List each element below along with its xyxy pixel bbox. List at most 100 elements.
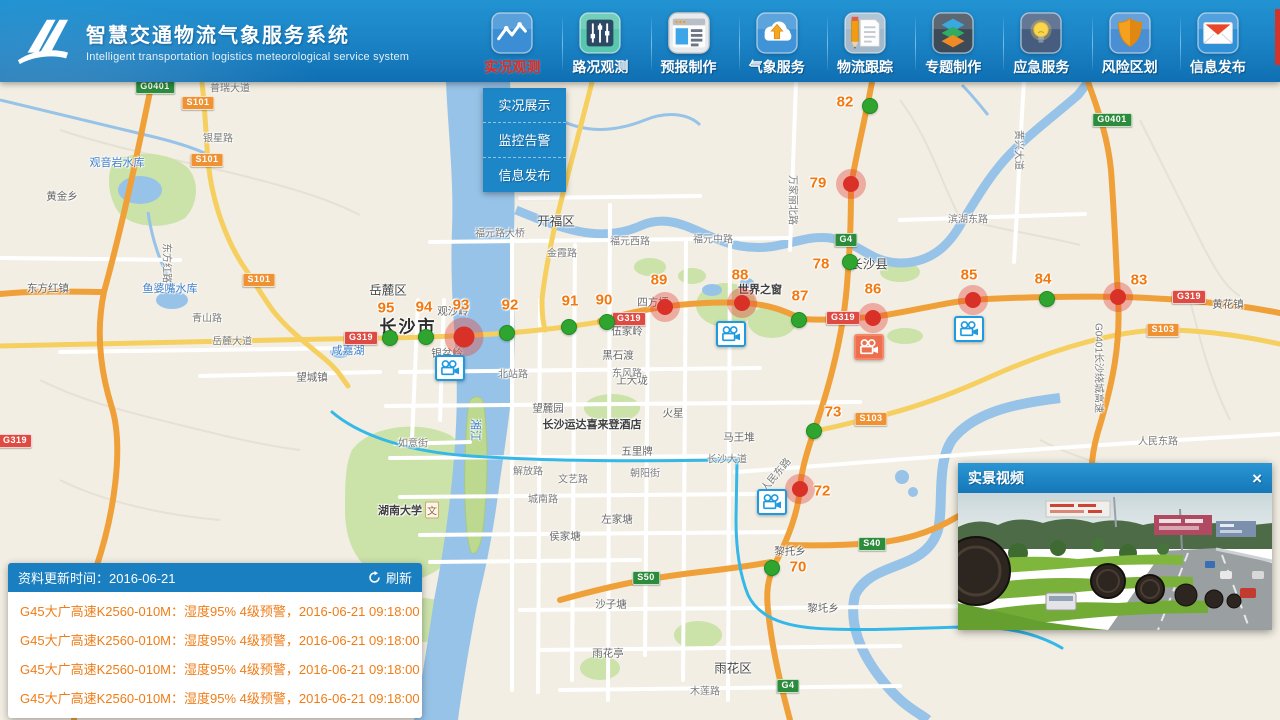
video-panel-header: 实景视频 × xyxy=(958,463,1272,493)
submenu-item-3[interactable]: 信息发布 xyxy=(483,157,566,192)
marker-number: 91 xyxy=(562,293,579,310)
map-marker-85[interactable] xyxy=(965,292,981,308)
map-label: 福元路大桥 xyxy=(475,225,525,240)
map-marker-79[interactable] xyxy=(843,176,859,192)
map-label: 黎圫乡 xyxy=(807,601,839,616)
marker-number: 92 xyxy=(502,297,519,314)
nav-item-cloud-upload[interactable]: 气象服务 xyxy=(740,12,814,77)
browser-icon xyxy=(668,12,710,54)
header-edge-decoration xyxy=(1275,9,1280,65)
nav-item-label: 实况观测 xyxy=(484,57,540,77)
nav-item-browser[interactable]: 预报制作 xyxy=(652,12,726,77)
lightbulb-icon xyxy=(1020,12,1062,54)
camera-icon[interactable] xyxy=(716,321,746,347)
map-label: G0401长沙绕城高速 xyxy=(1093,323,1108,413)
map-label: 沙子塘 xyxy=(595,597,627,612)
map-marker-70[interactable] xyxy=(764,560,780,576)
map-label: 雨花亭 xyxy=(592,646,624,661)
submenu-item-2[interactable]: 监控告警 xyxy=(483,122,566,157)
map-label: 黄金乡 xyxy=(46,189,78,204)
road-badge: G4 xyxy=(834,233,857,247)
alert-row[interactable]: G45大广高速K2560-010M：湿度95% 4级预警，2016-06-21 … xyxy=(8,683,422,712)
map-label: 木莲路 xyxy=(690,683,720,698)
map-label: 长沙运达喜来登酒店 xyxy=(543,416,642,432)
marker-number: 78 xyxy=(813,256,830,273)
map-marker-89[interactable] xyxy=(657,299,673,315)
map-label: 雨花区 xyxy=(714,658,752,677)
map-marker-84[interactable] xyxy=(1039,291,1055,307)
map-marker-91[interactable] xyxy=(561,319,577,335)
camera-icon[interactable] xyxy=(757,489,787,515)
map-label: 东方红路 xyxy=(161,243,176,283)
alert-row[interactable]: G45大广高速K2560-010M：湿度95% 4级预警，2016-06-21 … xyxy=(8,625,422,654)
map-marker-72[interactable] xyxy=(792,481,808,497)
alert-row[interactable]: G45大广高速K2560-010M：湿度95% 4级预警，2016-06-21 … xyxy=(8,596,422,625)
map-label: 望麓园 xyxy=(532,401,564,416)
video-panel-title: 实景视频 xyxy=(968,468,1024,488)
nav-item-label: 专题制作 xyxy=(925,57,981,77)
video-frame xyxy=(958,493,1272,630)
map-label: 金霞路 xyxy=(547,245,577,260)
map-label: 城南路 xyxy=(528,491,558,506)
map-label: 五里牌 xyxy=(621,444,653,459)
alert-panel-header: 资料更新时间：2016-06-21 刷新 xyxy=(8,563,422,592)
map-marker-73[interactable] xyxy=(806,423,822,439)
road-badge: S50 xyxy=(632,571,660,585)
map-marker-88[interactable] xyxy=(734,295,750,311)
camera-icon[interactable] xyxy=(854,334,884,360)
nav-item-pencil-note[interactable]: 物流跟踪 xyxy=(828,12,902,77)
camera-icon[interactable] xyxy=(954,316,984,342)
map-marker-83[interactable] xyxy=(1110,289,1126,305)
nav-item-sliders[interactable]: 路况观测 xyxy=(563,12,637,77)
map-marker-94[interactable] xyxy=(418,329,434,345)
layers-icon xyxy=(932,12,974,54)
nav-item-layers[interactable]: 专题制作 xyxy=(916,12,990,77)
nav-item-line-chart[interactable]: 实况观测 xyxy=(475,12,549,77)
map-label: 黄兴大道 xyxy=(1013,130,1028,170)
camera-icon[interactable] xyxy=(435,355,465,381)
refresh-button[interactable]: 刷新 xyxy=(368,568,412,587)
road-badge: G319 xyxy=(344,331,378,345)
marker-number: 90 xyxy=(596,292,613,309)
map-marker-92[interactable] xyxy=(499,325,515,341)
map-marker-87[interactable] xyxy=(791,312,807,328)
map-marker-86[interactable] xyxy=(865,310,881,326)
alert-list: G45大广高速K2560-010M：湿度95% 4级预警，2016-06-21 … xyxy=(8,592,422,718)
marker-number: 95 xyxy=(378,300,395,317)
close-icon[interactable]: × xyxy=(1252,470,1262,487)
marker-number: 94 xyxy=(416,299,433,316)
alert-panel-title: 资料更新时间：2016-06-21 xyxy=(18,568,176,587)
marker-number: 72 xyxy=(814,483,831,500)
road-badge: S101 xyxy=(242,273,275,287)
nav-item-envelope[interactable]: 信息发布 xyxy=(1181,12,1255,77)
marker-number: 83 xyxy=(1131,272,1148,289)
map-label: 文 xyxy=(425,502,439,519)
sliders-icon xyxy=(579,12,621,54)
map-label: 岳麓区 xyxy=(369,280,407,299)
map-label: 黄花镇 xyxy=(1212,297,1244,312)
map-label: 黎托乡 xyxy=(774,544,806,559)
marker-number: 85 xyxy=(961,267,978,284)
submenu: 实况展示监控告警信息发布 xyxy=(483,88,566,192)
map-marker-82[interactable] xyxy=(862,98,878,114)
submenu-item-1[interactable]: 实况展示 xyxy=(483,88,566,122)
marker-number: 84 xyxy=(1035,271,1052,288)
map-marker-78[interactable] xyxy=(842,254,858,270)
map-label: 如意街 xyxy=(398,435,428,450)
live-video-still xyxy=(958,493,1272,630)
marker-number: 73 xyxy=(825,404,842,421)
app-subtitle: Intelligent transportation logistics met… xyxy=(86,51,409,63)
nav-item-lightbulb[interactable]: 应急服务 xyxy=(1004,12,1078,77)
map-label: 湘江 xyxy=(468,419,484,441)
marker-number: 86 xyxy=(865,281,882,298)
alert-row[interactable]: G45大广高速K2560-010M：湿度95% 4级预警，2016-06-21 … xyxy=(8,654,422,683)
road-badge: S101 xyxy=(190,153,223,167)
map-marker-95[interactable] xyxy=(382,330,398,346)
map-label: 青山路 xyxy=(192,310,222,325)
map-marker-93[interactable] xyxy=(454,327,475,348)
map-label: 人民东路 xyxy=(1138,433,1178,448)
map-marker-90[interactable] xyxy=(599,314,615,330)
map-label: 福元西路 xyxy=(610,233,650,248)
nav-item-shield[interactable]: 风险区划 xyxy=(1093,12,1167,77)
video-panel: 实景视频 × xyxy=(958,463,1272,630)
